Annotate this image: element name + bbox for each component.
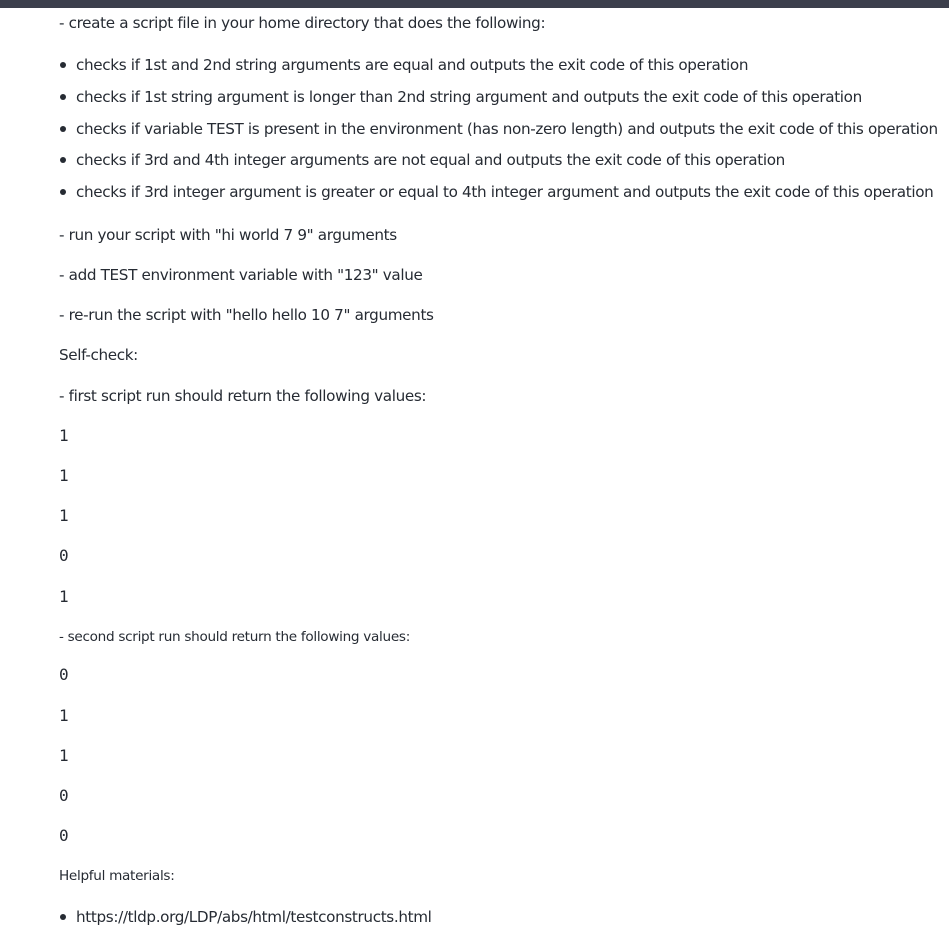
- bullet-icon: [60, 157, 66, 163]
- step-rerun-script: - re-run the script with "hello hello 10…: [59, 306, 434, 324]
- bullet-icon: [60, 94, 66, 100]
- first-run-label: - first script run should return the fol…: [59, 387, 427, 405]
- intro-text: - create a script file in your home dire…: [59, 14, 546, 32]
- bullet-icon: [60, 62, 66, 68]
- second-run-value: 1: [59, 746, 69, 765]
- bullet-icon: [60, 126, 66, 132]
- step-add-env: - add TEST environment variable with "12…: [59, 266, 423, 284]
- step-run-script: - run your script with "hi world 7 9" ar…: [59, 226, 397, 244]
- second-run-value: 1: [59, 706, 69, 725]
- list-item-text: checks if 1st and 2nd string arguments a…: [76, 56, 749, 74]
- second-run-value: 0: [59, 665, 69, 684]
- first-run-value: 1: [59, 426, 69, 445]
- first-run-value: 1: [59, 587, 69, 606]
- testconstructs-link[interactable]: https://tldp.org/LDP/abs/html/testconstr…: [76, 907, 432, 927]
- first-run-value: 1: [59, 466, 69, 485]
- list-item-text: checks if 3rd and 4th integer arguments …: [76, 151, 785, 169]
- materials-heading: Helpful materials:: [59, 868, 175, 884]
- self-check-heading: Self-check:: [59, 346, 138, 364]
- bullet-icon: [60, 914, 66, 920]
- list-item-text: checks if variable TEST is present in th…: [76, 120, 938, 138]
- bullet-icon: [60, 189, 66, 195]
- list-item-text: checks if 1st string argument is longer …: [76, 88, 862, 106]
- second-run-value: 0: [59, 826, 69, 845]
- second-run-label: - second script run should return the fo…: [59, 629, 410, 645]
- second-run-value: 0: [59, 786, 69, 805]
- top-bar: [0, 0, 949, 8]
- list-item-text: checks if 3rd integer argument is greate…: [76, 183, 934, 201]
- first-run-value: 1: [59, 506, 69, 525]
- first-run-value: 0: [59, 546, 69, 565]
